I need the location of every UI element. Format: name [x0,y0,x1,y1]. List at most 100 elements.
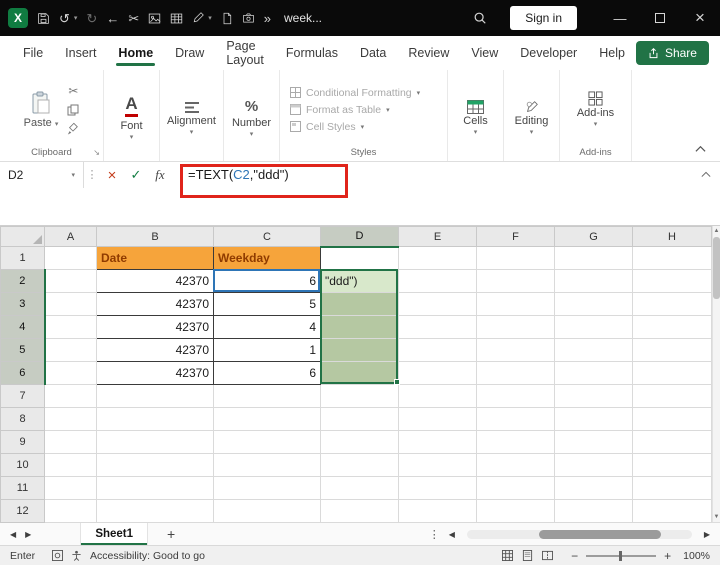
column-header-F[interactable]: F [477,227,555,247]
scroll-down-icon[interactable]: ▼ [714,514,720,520]
cell-F9[interactable] [477,431,555,454]
cell-C10[interactable] [214,454,321,477]
cell-D8[interactable] [321,408,399,431]
conditional-formatting-button[interactable]: Conditional Formatting ▾ [290,87,420,99]
add-sheet-button[interactable]: + [167,526,175,542]
sheet-nav-left-icon[interactable]: ◀ [10,530,16,539]
tab-data[interactable]: Data [349,36,397,70]
cell-G11[interactable] [555,477,633,500]
cell-H6[interactable] [633,362,712,385]
cell-C3[interactable]: 5 [214,293,321,316]
cell-H7[interactable] [633,385,712,408]
sign-in-button[interactable]: Sign in [510,6,577,30]
cell-styles-button[interactable]: Cell Styles ▾ [290,121,364,133]
cell-A10[interactable] [45,454,97,477]
tab-view[interactable]: View [460,36,509,70]
cell-F7[interactable] [477,385,555,408]
cell-H12[interactable] [633,500,712,523]
maximize-button[interactable] [640,0,680,36]
sheet-tab-sheet1[interactable]: Sheet1 [80,523,148,545]
cancel-entry-button[interactable]: × [100,162,124,188]
cell-B3[interactable]: 42370 [97,293,214,316]
fill-handle[interactable] [394,379,400,385]
cell-C8[interactable] [214,408,321,431]
search-icon[interactable] [473,11,487,25]
document-icon[interactable] [221,12,233,25]
cell-D11[interactable] [321,477,399,500]
table-icon-titlebar[interactable] [170,12,183,25]
cell-H4[interactable] [633,316,712,339]
accessibility-status[interactable]: Accessibility: Good to go [90,550,205,562]
tab-insert[interactable]: Insert [54,36,107,70]
zoom-slider[interactable] [586,555,656,557]
row-header-3[interactable]: 3 [1,293,45,316]
cell-A6[interactable] [45,362,97,385]
cell-B5[interactable]: 42370 [97,339,214,362]
cell-H1[interactable] [633,247,712,270]
tab-formulas[interactable]: Formulas [275,36,349,70]
select-all-corner[interactable] [1,227,45,247]
column-header-C[interactable]: C [214,227,321,247]
cell-B1[interactable]: Date [97,247,214,270]
sheet-nav-right-icon[interactable]: ▶ [25,530,31,539]
cell-B8[interactable] [97,408,214,431]
cell-C12[interactable] [214,500,321,523]
cell-G7[interactable] [555,385,633,408]
row-header-6[interactable]: 6 [1,362,45,385]
editing-group-button[interactable]: Editing ▾ [504,70,559,161]
formula-bar-collapse-icon[interactable] [701,171,711,178]
cell-G1[interactable] [555,247,633,270]
tab-review[interactable]: Review [397,36,460,70]
vertical-scrollbar[interactable]: ▲ ▼ [712,226,720,522]
undo-icon[interactable]: ↺ [59,12,70,25]
cell-B2[interactable]: 42370 [97,270,214,293]
qat-overflow-icon[interactable]: » [264,12,271,25]
cell-D7[interactable] [321,385,399,408]
cell-D9[interactable] [321,431,399,454]
column-header-H[interactable]: H [633,227,712,247]
hscroll-right-icon[interactable]: ▶ [704,530,710,539]
camera-icon[interactable] [242,12,255,24]
row-header-10[interactable]: 10 [1,454,45,477]
addins-button[interactable]: Add-ins ▾ [560,70,631,144]
cell-G2[interactable] [555,270,633,293]
cell-C11[interactable] [214,477,321,500]
cut-icon-titlebar[interactable]: ✂ [128,12,139,25]
horizontal-scroll-thumb[interactable] [539,530,661,539]
cell-F2[interactable] [477,270,555,293]
cell-F11[interactable] [477,477,555,500]
undo-dropdown-icon[interactable]: ▾ [74,14,78,22]
cell-H11[interactable] [633,477,712,500]
cell-H9[interactable] [633,431,712,454]
image-icon[interactable] [148,12,161,25]
cell-A8[interactable] [45,408,97,431]
row-header-4[interactable]: 4 [1,316,45,339]
row-header-12[interactable]: 12 [1,500,45,523]
cell-A1[interactable] [45,247,97,270]
cell-E8[interactable] [399,408,477,431]
row-header-5[interactable]: 5 [1,339,45,362]
copy-button[interactable] [67,104,79,116]
row-header-2[interactable]: 2 [1,270,45,293]
cell-A5[interactable] [45,339,97,362]
cell-G12[interactable] [555,500,633,523]
cell-F12[interactable] [477,500,555,523]
cell-A7[interactable] [45,385,97,408]
cells-group-button[interactable]: Cells ▾ [448,70,503,161]
formula-input[interactable]: =TEXT(C2,"ddd") [172,162,289,188]
cell-G8[interactable] [555,408,633,431]
normal-view-icon[interactable] [502,550,513,561]
cell-E5[interactable] [399,339,477,362]
insert-function-button[interactable]: fx [148,162,172,188]
cell-C4[interactable]: 4 [214,316,321,339]
save-icon[interactable] [37,12,50,25]
cell-B11[interactable] [97,477,214,500]
cell-G3[interactable] [555,293,633,316]
cell-A11[interactable] [45,477,97,500]
cell-G5[interactable] [555,339,633,362]
scroll-up-icon[interactable]: ▲ [714,228,720,234]
tab-page-layout[interactable]: Page Layout [215,36,275,70]
cell-C2[interactable]: 6 [214,270,321,293]
hscroll-left-icon[interactable]: ◀ [449,530,455,539]
cell-F5[interactable] [477,339,555,362]
